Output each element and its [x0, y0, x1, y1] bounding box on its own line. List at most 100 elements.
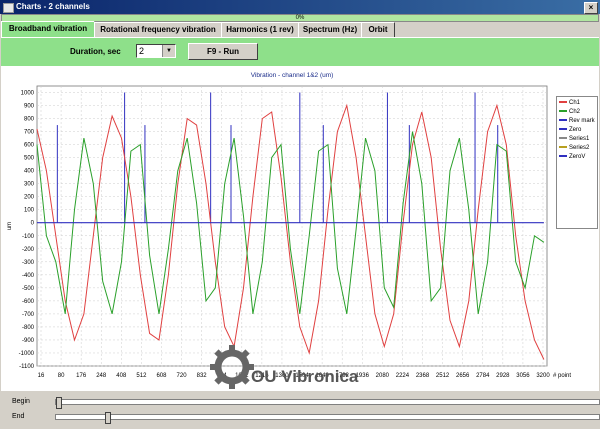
y-tick-label: -700	[22, 312, 35, 318]
tab-label: Orbit	[368, 25, 388, 34]
y-tick-label: 900	[24, 104, 35, 110]
x-tick-label: 1504	[295, 373, 309, 379]
legend-swatch	[559, 110, 567, 113]
x-tick-label: 80	[58, 373, 65, 379]
y-tick-label: -500	[22, 286, 35, 292]
legend-label: Series1	[569, 136, 590, 142]
legend-swatch	[559, 101, 567, 104]
y-tick-label: -800	[22, 325, 35, 331]
chart-title: Vibration - channel 1&2 (um)	[251, 72, 334, 79]
tab-rotational-frequency-vibration[interactable]: Rotational frequency vibration	[94, 22, 222, 37]
legend-item: Series1	[559, 136, 589, 142]
end-slider-handle[interactable]	[104, 412, 111, 424]
x-tick-label: 248	[96, 373, 107, 379]
app-window: Charts - 2 channels × 0% Broadband vibra…	[0, 0, 600, 429]
tab-orbit[interactable]: Orbit	[361, 22, 395, 37]
y-tick-label: 500	[24, 156, 35, 162]
tab-harmonics[interactable]: Harmonics (1 rev)	[221, 22, 299, 37]
range-sliders: Begin End	[0, 392, 600, 429]
x-tick-label: 1648	[315, 373, 329, 379]
x-tick-label: 2656	[456, 373, 470, 379]
x-tick-label: 2080	[376, 373, 390, 379]
legend-swatch	[559, 137, 567, 140]
begin-slider[interactable]	[55, 397, 600, 409]
begin-slider-handle[interactable]	[56, 397, 62, 409]
x-tick-label: 1072	[235, 373, 249, 379]
y-tick-label: -900	[22, 338, 35, 344]
x-tick-label: 1216	[255, 373, 269, 379]
tab-label: Rotational frequency vibration	[100, 25, 216, 34]
x-tick-label: 1936	[356, 373, 370, 379]
x-tick-label: 2928	[496, 373, 510, 379]
x-axis-label: # point	[553, 373, 571, 379]
legend-swatch	[559, 155, 567, 158]
x-tick-label: 512	[136, 373, 147, 379]
y-tick-label: 300	[24, 182, 35, 188]
legend-item: Series2	[559, 145, 589, 151]
y-tick-label: -1000	[19, 351, 35, 357]
y-tick-label: 100	[24, 208, 35, 214]
legend-swatch	[559, 146, 567, 149]
toolbar: Duration, sec 2 ▼ F9 - Run	[1, 37, 599, 66]
legend-swatch	[559, 128, 567, 131]
legend-item: Ch1	[559, 100, 580, 106]
title-bar: Charts - 2 channels ×	[0, 0, 600, 14]
chevron-down-icon[interactable]: ▼	[162, 45, 175, 57]
x-tick-label: 2512	[436, 373, 450, 379]
x-tick-label: 2368	[416, 373, 430, 379]
duration-label: Duration, sec	[70, 47, 121, 56]
x-tick-label: 1360	[275, 373, 289, 379]
chart-legend: Ch1 Ch2 Rev mark Zero Series1 Series2 ZeroV	[556, 96, 598, 229]
progress-text: 0%	[295, 15, 305, 21]
run-button[interactable]: F9 - Run	[188, 43, 258, 60]
y-tick-label: -300	[22, 260, 35, 266]
series-line-ch1	[36, 103, 545, 360]
x-tick-label: 408	[116, 373, 127, 379]
duration-select[interactable]: 2 ▼	[136, 44, 176, 58]
x-tick-label: 832	[197, 373, 208, 379]
y-tick-label: 600	[24, 143, 35, 149]
y-tick-label: -200	[22, 247, 35, 253]
window-title: Charts - 2 channels	[16, 2, 90, 11]
legend-label: Rev mark	[569, 118, 595, 124]
tab-spectrum[interactable]: Spectrum (Hz)	[298, 22, 362, 37]
vibration-chart: Vibration - channel 1&2 (um)100090080070…	[7, 72, 571, 379]
app-icon	[3, 3, 14, 13]
y-tick-label: 200	[24, 195, 35, 201]
y-tick-label: 700	[24, 130, 35, 136]
duration-value: 2	[139, 46, 145, 56]
legend-item: ZeroV	[559, 154, 585, 160]
x-tick-label: 176	[76, 373, 87, 379]
y-tick-label: -600	[22, 299, 35, 305]
x-tick-label: 608	[156, 373, 167, 379]
legend-label: Zero	[569, 127, 582, 133]
legend-item: Zero	[559, 127, 581, 133]
end-label: End	[12, 413, 25, 420]
x-tick-label: 3056	[516, 373, 530, 379]
legend-label: Ch1	[569, 100, 581, 106]
end-slider[interactable]	[55, 412, 600, 424]
x-tick-label: 3200	[536, 373, 550, 379]
x-tick-label: 944	[217, 373, 228, 379]
legend-item: Rev mark	[559, 118, 595, 124]
close-button[interactable]: ×	[584, 2, 598, 14]
y-tick-label: -400	[22, 273, 35, 279]
y-tick-label: -1100	[19, 364, 35, 370]
tab-label: Harmonics (1 rev)	[226, 25, 294, 34]
y-tick-label: 400	[24, 169, 35, 175]
y-tick-label: 0	[31, 221, 35, 227]
tab-broadband-vibration[interactable]: Broadband vibration	[1, 21, 95, 38]
y-tick-label: 1000	[21, 91, 35, 97]
legend-swatch	[559, 119, 567, 122]
legend-label: Ch2	[569, 109, 581, 115]
y-tick-label: 800	[24, 117, 35, 123]
chart-panel: Vibration - channel 1&2 (um) 1000 900 800 70…	[1, 66, 599, 391]
x-tick-label: 2224	[396, 373, 410, 379]
legend-label: Series2	[569, 145, 590, 151]
y-tick-label: -100	[22, 234, 35, 240]
x-tick-label: 720	[177, 373, 188, 379]
x-tick-label: 1792	[336, 373, 350, 379]
legend-label: ZeroV	[569, 154, 586, 160]
x-tick-label: 2784	[476, 373, 490, 379]
tab-label: Spectrum (Hz)	[302, 25, 358, 34]
